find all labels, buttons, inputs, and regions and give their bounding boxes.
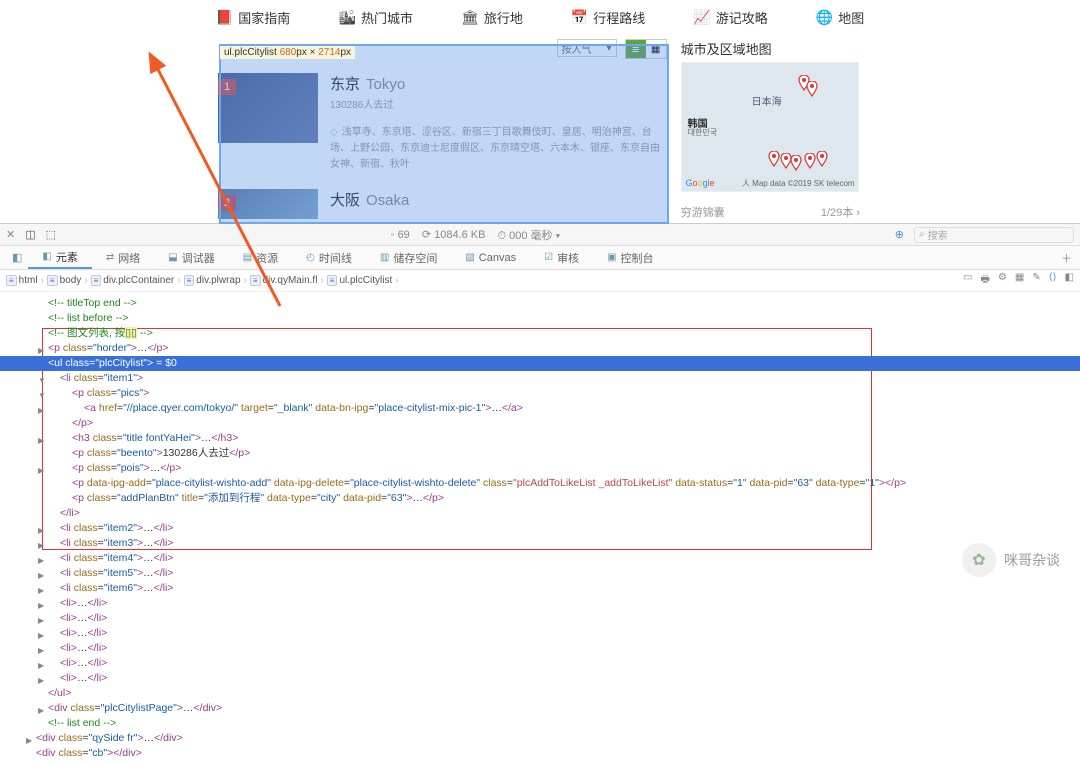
map-attribution: 人 Map data ©2019 SK telecom bbox=[742, 178, 855, 189]
devtools-tabs: ◧ ◧元素 ⇄网络 ⬓调试器 ▤资源 ◴时间线 ▥储存空间 ▧Canvas ☑审… bbox=[0, 246, 1080, 270]
tab-timeline[interactable]: ◴时间线 bbox=[292, 246, 366, 269]
nav-map[interactable]: 🌐地图 bbox=[816, 8, 864, 27]
watermark-icon: ✿ bbox=[962, 543, 996, 577]
view-grid-button[interactable]: ▦ bbox=[646, 40, 666, 58]
map-pin-icon[interactable] bbox=[806, 81, 818, 97]
add-tab-button[interactable]: ＋ bbox=[1053, 250, 1080, 266]
side-pager: 穷游锦囊 1/29本 › bbox=[681, 204, 860, 220]
rank-badge: 1 bbox=[218, 79, 236, 95]
globe-icon: 🌐 bbox=[816, 9, 833, 26]
nav-notes[interactable]: 📈游记攻略 bbox=[693, 8, 767, 27]
code-icon[interactable]: ⟨⟩ bbox=[1049, 272, 1057, 289]
chevron-down-icon: ▾ bbox=[607, 43, 612, 54]
nav-hot-cities[interactable]: 🏙热门城市 bbox=[338, 8, 413, 27]
crumb-tools: ▭ 🖶 ⚙ ▦ ✎ ⟨⟩ ◧ bbox=[963, 272, 1074, 289]
devtools-toolbar: ✕ ◫ ⬚ ◦ 69 ⟳ 1084.6 KB ⏱ 000 毫秒 ▾ ⊕ ⌕搜索 bbox=[0, 224, 1080, 246]
nav-routes[interactable]: 📅行程路线 bbox=[571, 8, 645, 27]
calendar-icon: 📅 bbox=[571, 9, 588, 26]
crumb-qymain[interactable]: ≡div.qyMain.fl bbox=[250, 275, 327, 286]
devtools-search[interactable]: ⌕搜索 bbox=[914, 227, 1074, 243]
chart-icon: 📈 bbox=[693, 9, 710, 26]
map-pin-icon[interactable] bbox=[790, 155, 802, 171]
watermark: ✿ 咪哥杂谈 bbox=[962, 543, 1060, 577]
crosshair-icon[interactable]: ⊕ bbox=[895, 228, 904, 241]
nav-places[interactable]: 🏛旅行地 bbox=[461, 8, 523, 27]
city-item-1[interactable]: 1 东京Tokyo 130286人去过 ◇浅草寺、东京塔、涩谷区、新宿三丁目歌舞… bbox=[218, 65, 667, 181]
nav-guide[interactable]: 📕国家指南 bbox=[216, 8, 290, 27]
tab-canvas[interactable]: ▧Canvas bbox=[451, 246, 530, 269]
top-nav: 📕国家指南 🏙热门城市 🏛旅行地 📅行程路线 📈游记攻略 🌐地图 bbox=[0, 0, 1080, 39]
tab-debugger[interactable]: ⬓调试器 bbox=[154, 246, 228, 269]
crumb-body[interactable]: ≡body bbox=[47, 275, 91, 286]
inspector-dims-badge: ul.plcCitylist 680px × 2714px bbox=[220, 46, 355, 59]
crumb-plwrap[interactable]: ≡div.plwrap bbox=[184, 275, 250, 286]
toggle-icon[interactable]: ◧ bbox=[6, 251, 28, 264]
search-icon: ⌕ bbox=[919, 229, 925, 240]
requests-count: ◦ 69 bbox=[391, 227, 410, 243]
city-thumb[interactable]: 2 bbox=[218, 189, 318, 219]
tool-icon[interactable]: ▭ bbox=[963, 272, 972, 289]
poi-list: ◇浅草寺、东京塔、涩谷区、新宿三丁目歌舞伎町、皇居、明治神宫、台场、上野公园、东… bbox=[330, 125, 667, 173]
book-icon: 📕 bbox=[216, 9, 233, 26]
city-icon: 🏙 bbox=[338, 9, 356, 26]
view-list-button[interactable]: ≣ bbox=[626, 40, 646, 58]
map-widget[interactable]: 日本海 韩国 대한민국 Google 人 Map data ©2019 SK t… bbox=[681, 62, 859, 192]
tab-audit[interactable]: ☑审核 bbox=[530, 246, 593, 269]
inspect-icon[interactable]: ⬚ bbox=[46, 228, 56, 241]
watermark-text: 咪哥杂谈 bbox=[1004, 550, 1060, 570]
dom-tree[interactable]: <!-- titleTop end --> <!-- list before -… bbox=[0, 292, 1080, 765]
visitor-count: 130286人去过 bbox=[330, 96, 667, 111]
google-logo: Google bbox=[686, 178, 715, 188]
print-icon[interactable]: 🖶 bbox=[980, 272, 989, 289]
gear-icon[interactable]: ⚙ bbox=[998, 272, 1007, 289]
tab-storage[interactable]: ▥储存空间 bbox=[366, 246, 451, 269]
status-bar: ◦ 69 ⟳ 1084.6 KB ⏱ 000 毫秒 ▾ bbox=[66, 227, 885, 243]
transfer-size: ⟳ 1084.6 KB bbox=[422, 227, 486, 243]
map-pin-icon[interactable] bbox=[816, 151, 828, 167]
grid-icon[interactable]: ▦ bbox=[1015, 272, 1024, 289]
close-icon[interactable]: ✕ bbox=[6, 228, 15, 241]
crumb-plccitylist[interactable]: ≡ul.plcCitylist bbox=[327, 275, 402, 286]
map-title: 城市及区域地图 bbox=[681, 39, 860, 58]
rank-badge: 2 bbox=[218, 195, 236, 211]
map-pin-icon[interactable] bbox=[768, 151, 780, 167]
tab-network[interactable]: ⇄网络 bbox=[92, 246, 154, 269]
landmark-icon: 🏛 bbox=[461, 9, 479, 26]
crumb-html[interactable]: ≡html bbox=[6, 275, 47, 286]
panel-icon[interactable]: ◧ bbox=[1065, 272, 1074, 289]
city-item-2[interactable]: 2 大阪Osaka bbox=[218, 181, 667, 227]
tab-elements[interactable]: ◧元素 bbox=[28, 246, 91, 269]
map-pins bbox=[682, 63, 858, 191]
city-thumb[interactable]: 1 bbox=[218, 73, 318, 143]
map-pin-icon[interactable] bbox=[804, 153, 816, 169]
edit-icon[interactable]: ✎ bbox=[1032, 272, 1040, 289]
crumb-plccontainer[interactable]: ≡div.plcContainer bbox=[91, 275, 184, 286]
chevron-right-icon[interactable]: › bbox=[856, 207, 860, 219]
breadcrumb: ≡html ≡body ≡div.plcContainer ≡div.plwra… bbox=[0, 270, 1080, 292]
view-toggle: ≣ ▦ bbox=[625, 39, 667, 59]
city-title[interactable]: 大阪Osaka bbox=[330, 189, 667, 210]
tab-resources[interactable]: ▤资源 bbox=[229, 246, 292, 269]
tab-console[interactable]: ▣控制台 bbox=[593, 246, 667, 269]
city-title[interactable]: 东京Tokyo bbox=[330, 73, 667, 94]
dock-icon[interactable]: ◫ bbox=[25, 228, 35, 241]
sort-select[interactable]: 按人气▾ bbox=[557, 39, 617, 57]
diamond-icon: ◇ bbox=[330, 127, 338, 138]
timing: ⏱ 000 毫秒 ▾ bbox=[497, 227, 560, 243]
